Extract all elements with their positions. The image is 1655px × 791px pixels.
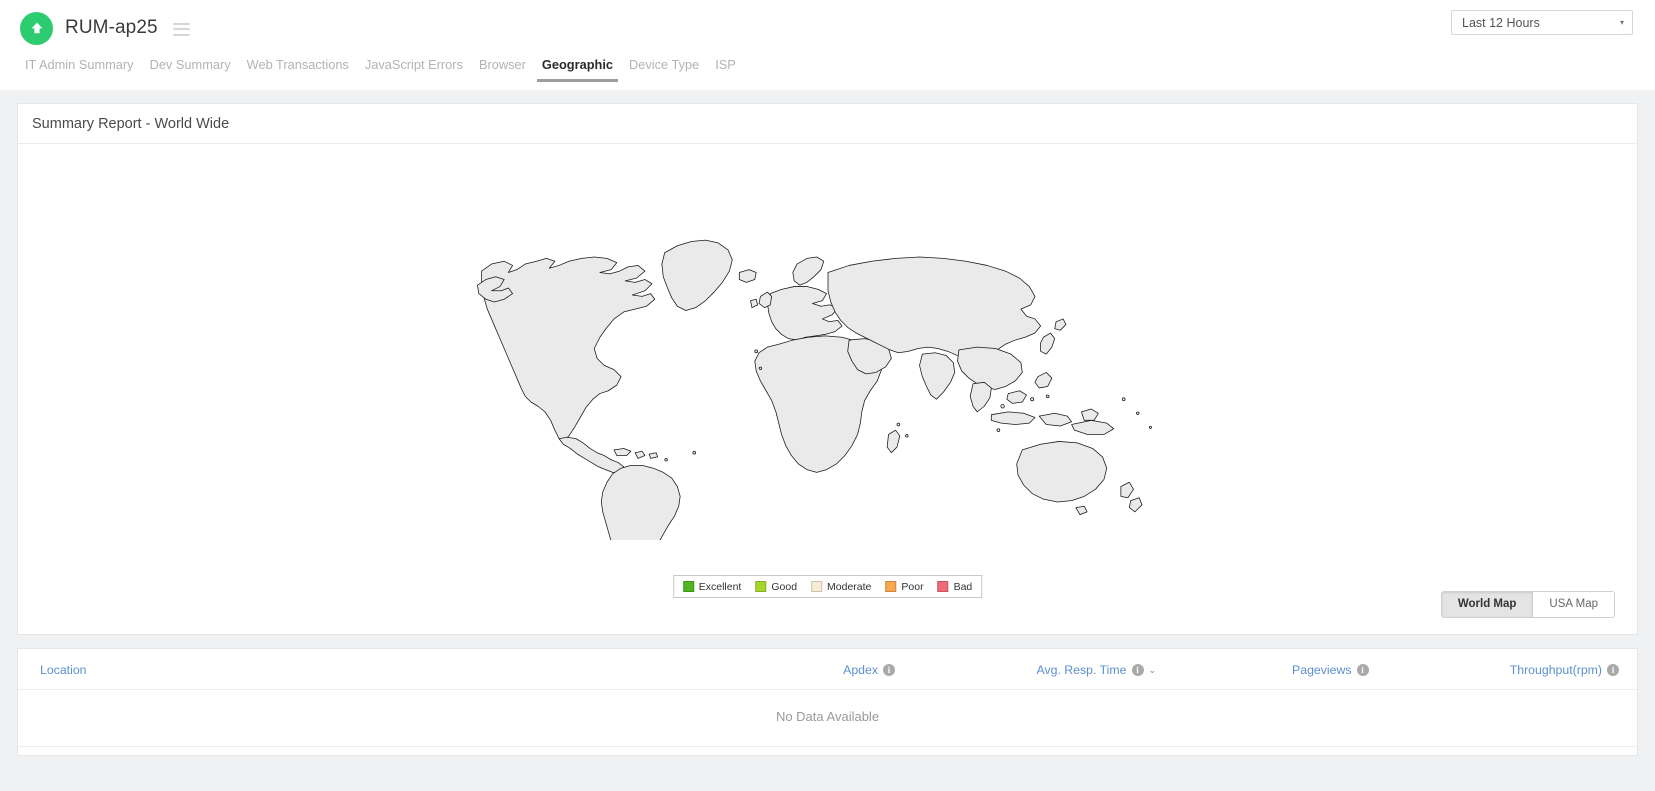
legend-swatch-good-icon: [755, 581, 767, 592]
app-logo-icon[interactable]: [20, 11, 53, 45]
no-data-message: No Data Available: [18, 689, 1637, 747]
hamburger-bar: [172, 28, 190, 30]
tab-dev-summary[interactable]: Dev Summary: [142, 56, 239, 82]
header-cell-inner: Location: [40, 663, 87, 677]
table-body: No Data Available: [18, 689, 1637, 747]
sort-descending-icon[interactable]: ⌄: [1149, 665, 1157, 675]
legend-item-poor: Poor: [885, 580, 924, 593]
legend-swatch-bad-icon: [937, 581, 949, 592]
table-header-avg-resp-time[interactable]: Avg. Resp. Time i ⌄: [957, 649, 1217, 690]
page-title: Summary Report - World Wide: [18, 104, 1637, 144]
table-empty-row: No Data Available: [18, 689, 1637, 747]
hamburger-menu-icon[interactable]: [172, 22, 190, 36]
legend-label: Excellent: [698, 580, 742, 593]
table-header-row: Location Apdex i Avg. Resp. Time i ⌄ Pageviews…: [18, 649, 1637, 690]
tab-browser[interactable]: Browser: [471, 56, 534, 82]
tab-bar: IT Admin Summary Dev Summary Web Transacti…: [0, 56, 1655, 90]
hamburger-bar: [172, 22, 190, 25]
time-range-value: Last 12 Hours: [1462, 15, 1540, 30]
map-type-toggle[interactable]: World Map USA Map: [1440, 590, 1615, 618]
map-card: Summary Report - World Wide Excellent Go…: [17, 103, 1638, 635]
time-range-select[interactable]: Last 12 Hours ▾: [1451, 10, 1633, 35]
legend-item-bad: Bad: [937, 580, 973, 593]
top-bar: RUM-ap25 Last 12 Hours ▾: [0, 0, 1655, 56]
info-icon[interactable]: i: [1607, 664, 1619, 676]
tab-isp[interactable]: ISP: [707, 56, 744, 82]
header-label: Pageviews: [1292, 663, 1352, 677]
table-header-apdex[interactable]: Apdex i: [730, 649, 958, 690]
legend-swatch-poor-icon: [885, 581, 897, 592]
table-header-pageviews[interactable]: Pageviews i: [1216, 649, 1427, 690]
brand: RUM-ap25: [20, 11, 190, 45]
header-label: Location: [40, 663, 87, 677]
header-cell-inner: Throughput(rpm) i: [1510, 663, 1619, 677]
legend-label: Poor: [901, 580, 924, 593]
legend-swatch-excellent-icon: [682, 581, 694, 592]
info-icon[interactable]: i: [883, 664, 896, 676]
tab-it-admin-summary[interactable]: IT Admin Summary: [17, 56, 142, 82]
legend-item-excellent: Excellent: [682, 580, 742, 593]
up-arrow-icon: [31, 22, 42, 34]
legend-item-moderate: Moderate: [811, 581, 871, 593]
tab-javascript-errors[interactable]: JavaScript Errors: [357, 56, 471, 82]
page-content: Summary Report - World Wide Excellent Go…: [0, 90, 1655, 791]
world-map-graphic[interactable]: [472, 188, 1184, 540]
info-icon[interactable]: i: [1356, 664, 1369, 676]
chevron-down-icon: ▾: [1619, 17, 1624, 27]
location-table-card: Location Apdex i Avg. Resp. Time i ⌄ Pageviews…: [17, 648, 1638, 756]
table-header-location[interactable]: Location: [18, 649, 731, 690]
map-toggle-usa-map-button[interactable]: USA Map: [1533, 591, 1614, 617]
header-cell-inner: Pageviews i: [1292, 663, 1369, 677]
info-icon[interactable]: i: [1131, 664, 1144, 676]
header-cell-inner: Avg. Resp. Time i ⌄: [1037, 663, 1157, 677]
map-toggle-world-map-button[interactable]: World Map: [1441, 591, 1534, 617]
tab-device-type[interactable]: Device Type: [621, 56, 707, 82]
app-title: RUM-ap25: [65, 17, 158, 38]
header-cell-inner: Apdex i: [843, 663, 896, 677]
table-header-throughput-rpm[interactable]: Throughput(rpm) i: [1426, 649, 1637, 690]
header-label: Throughput(rpm): [1509, 663, 1602, 677]
legend-label: Good: [771, 580, 798, 593]
legend-label: Bad: [953, 580, 973, 593]
world-map-area[interactable]: Excellent Good Moderate Poor Bad: [18, 144, 1637, 598]
table-header: Location Apdex i Avg. Resp. Time i ⌄ Pageviews…: [18, 649, 1637, 690]
legend-label: Moderate: [827, 580, 872, 593]
tab-web-transactions[interactable]: Web Transactions: [239, 56, 357, 82]
world-map-svg[interactable]: [472, 188, 1184, 540]
hamburger-bar: [172, 33, 190, 36]
legend-swatch-moderate-icon: [811, 581, 823, 592]
header-label: Apdex: [843, 663, 879, 677]
location-table: Location Apdex i Avg. Resp. Time i ⌄ Pageviews…: [18, 649, 1637, 747]
map-legend: Excellent Good Moderate Poor Bad: [672, 575, 983, 598]
header-label: Avg. Resp. Time: [1036, 663, 1127, 677]
legend-item-good: Good: [755, 581, 797, 593]
tab-geographic[interactable]: Geographic: [534, 56, 621, 82]
